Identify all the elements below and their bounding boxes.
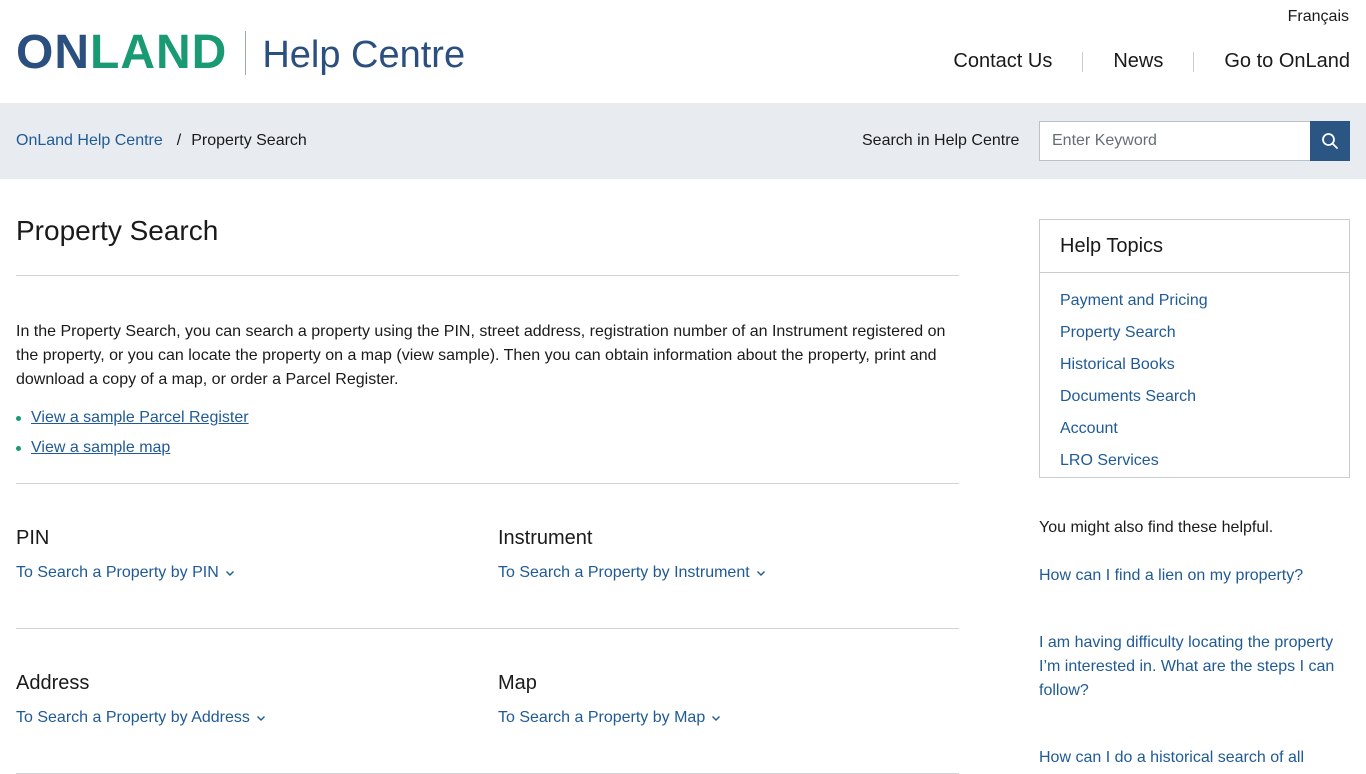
list-item: View a sample Parcel Register bbox=[16, 403, 959, 433]
nav-news[interactable]: News bbox=[1113, 50, 1163, 73]
search-by-address-toggle[interactable]: To Search a Property by Address bbox=[16, 709, 266, 727]
sample-parcel-register-link[interactable]: View a sample Parcel Register bbox=[31, 409, 249, 426]
onland-logo[interactable]: ON LAND Help Centre bbox=[16, 28, 465, 78]
search-methods-row: PIN To Search a Property by PIN Instrume… bbox=[16, 484, 959, 629]
topic-historical-books[interactable]: Historical Books bbox=[1060, 356, 1175, 373]
chevron-down-icon bbox=[712, 716, 721, 721]
search-methods-row: Address To Search a Property by Address … bbox=[16, 629, 959, 774]
search-by-instrument-toggle[interactable]: To Search a Property by Instrument bbox=[498, 564, 766, 582]
list-item: Payment and Pricing bbox=[1060, 285, 1329, 317]
help-topics-title: Help Topics bbox=[1040, 220, 1349, 273]
sample-links-list: View a sample Parcel Register View a sam… bbox=[16, 403, 959, 463]
breadcrumb: OnLand Help Centre / Property Search bbox=[16, 132, 307, 150]
search-by-pin-toggle[interactable]: To Search a Property by PIN bbox=[16, 564, 235, 582]
breadcrumb-home-link[interactable]: OnLand Help Centre bbox=[16, 132, 163, 150]
language-toggle-link[interactable]: Français bbox=[1288, 8, 1349, 26]
nav-separator bbox=[1082, 51, 1084, 72]
search-icon bbox=[1322, 133, 1338, 149]
list-item: Documents Search bbox=[1060, 381, 1329, 413]
helpful-links-section: You might also find these helpful. How c… bbox=[1039, 518, 1350, 770]
nav-separator bbox=[1193, 51, 1195, 72]
chevron-down-icon bbox=[756, 571, 765, 576]
help-topics-panel: Help Topics Payment and Pricing Property… bbox=[1039, 219, 1350, 478]
toggle-label: To Search a Property by PIN bbox=[16, 564, 219, 581]
section-title: PIN bbox=[16, 527, 50, 549]
search-form bbox=[1039, 121, 1350, 161]
topic-lro-services[interactable]: LRO Services bbox=[1060, 452, 1159, 469]
search-button[interactable] bbox=[1310, 121, 1350, 161]
topic-account[interactable]: Account bbox=[1060, 420, 1118, 437]
logo-divider bbox=[245, 31, 247, 75]
search-label: Search in Help Centre bbox=[862, 132, 1020, 149]
site-header: ON LAND Help Centre Français Contact Us N… bbox=[0, 0, 1366, 103]
section-title: Map bbox=[498, 672, 537, 694]
chevron-down-icon bbox=[256, 716, 265, 721]
toggle-label: To Search a Property by Map bbox=[498, 709, 706, 726]
breadcrumb-bar: OnLand Help Centre / Property Search Sea… bbox=[0, 103, 1366, 179]
top-nav: Contact Us News Go to OnLand bbox=[953, 50, 1350, 73]
section-title: Address bbox=[16, 672, 90, 694]
list-item: Historical Books bbox=[1060, 349, 1329, 381]
logo-help-centre-text: Help Centre bbox=[262, 34, 466, 76]
sample-map-link[interactable]: View a sample map bbox=[31, 439, 170, 456]
intro-paragraph: In the Property Search, you can search a… bbox=[16, 323, 946, 388]
chevron-down-icon bbox=[225, 571, 234, 576]
section-instrument: Instrument To Search a Property by Instr… bbox=[498, 526, 766, 582]
helpful-title: You might also find these helpful. bbox=[1039, 519, 1274, 536]
list-item: LRO Services bbox=[1060, 445, 1329, 477]
logo-on-text: ON bbox=[16, 26, 90, 79]
nav-contact-us[interactable]: Contact Us bbox=[953, 50, 1052, 73]
list-item: View a sample map bbox=[16, 433, 959, 463]
page-title: Property Search bbox=[16, 215, 219, 246]
section-map: Map To Search a Property by Map bbox=[498, 671, 721, 727]
helpful-link-locating-property[interactable]: I am having difficulty locating the prop… bbox=[1039, 631, 1350, 703]
divider bbox=[16, 275, 959, 276]
list-item: Account bbox=[1060, 413, 1329, 445]
search-by-map-toggle[interactable]: To Search a Property by Map bbox=[498, 709, 721, 727]
search-input[interactable] bbox=[1039, 121, 1310, 161]
breadcrumb-current: Property Search bbox=[191, 132, 307, 149]
main-content: Property Search In the Property Search, … bbox=[16, 179, 959, 774]
logo-land-text: LAND bbox=[90, 26, 228, 79]
topic-payment-and-pricing[interactable]: Payment and Pricing bbox=[1060, 292, 1208, 309]
nav-go-to-onland[interactable]: Go to OnLand bbox=[1224, 50, 1350, 73]
toggle-label: To Search a Property by Instrument bbox=[498, 564, 750, 581]
topic-documents-search[interactable]: Documents Search bbox=[1060, 388, 1196, 405]
help-topics-list: Payment and Pricing Property Search Hist… bbox=[1040, 273, 1349, 489]
section-title: Instrument bbox=[498, 527, 593, 549]
toggle-label: To Search a Property by Address bbox=[16, 709, 250, 726]
section-address: Address To Search a Property by Address bbox=[16, 671, 266, 727]
section-pin: PIN To Search a Property by PIN bbox=[16, 526, 235, 582]
helpful-link-historical-search[interactable]: How can I do a historical search of all bbox=[1039, 746, 1350, 770]
helpful-link-lien[interactable]: How can I find a lien on my property? bbox=[1039, 564, 1350, 588]
breadcrumb-separator: / bbox=[176, 132, 182, 149]
topic-property-search[interactable]: Property Search bbox=[1060, 324, 1176, 341]
list-item: Property Search bbox=[1060, 317, 1329, 349]
